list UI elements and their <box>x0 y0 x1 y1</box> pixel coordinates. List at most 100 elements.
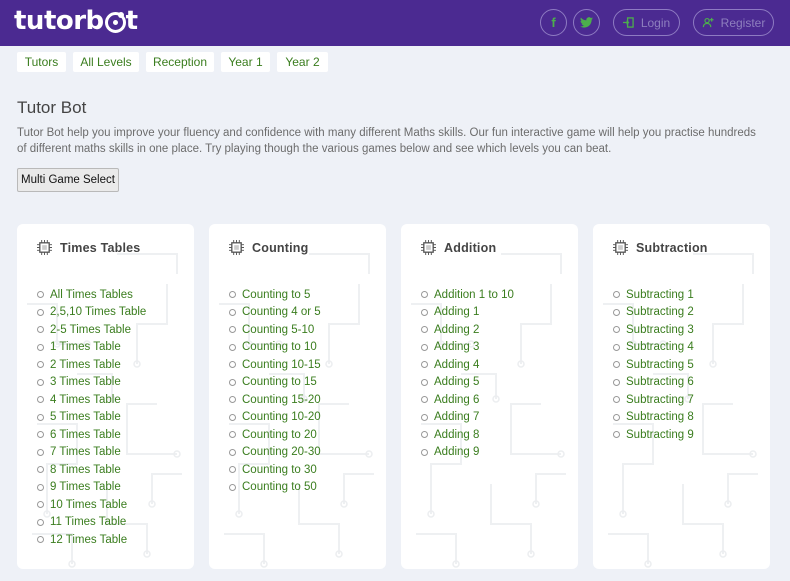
game-link-label: 9 Times Table <box>50 481 121 494</box>
circle-bullet-icon <box>229 343 236 351</box>
game-link[interactable]: Adding 6 <box>421 391 514 409</box>
game-link[interactable]: 9 Times Table <box>37 479 146 497</box>
game-link-label: Adding 9 <box>434 446 480 459</box>
circle-bullet-icon <box>229 378 236 386</box>
game-link[interactable]: 6 Times Table <box>37 426 146 444</box>
register-label: Register <box>720 15 766 30</box>
game-link[interactable]: Adding 3 <box>421 339 514 357</box>
game-link[interactable]: Counting to 50 <box>229 479 321 497</box>
game-link[interactable]: Subtracting 5 <box>613 356 694 374</box>
game-link[interactable]: Counting 10-15 <box>229 356 321 374</box>
game-link-label: Subtracting 3 <box>626 323 694 336</box>
circle-bullet-icon <box>229 308 236 316</box>
game-link-label: Counting 10-15 <box>242 358 321 371</box>
game-link-label: Adding 8 <box>434 428 480 441</box>
game-link[interactable]: Counting to 5 <box>229 286 321 304</box>
game-link-label: 6 Times Table <box>50 428 121 441</box>
multi-game-select-button[interactable]: Multi Game Select <box>17 168 119 192</box>
game-link[interactable]: 3 Times Table <box>37 374 146 392</box>
circle-bullet-icon <box>229 466 236 474</box>
breadcrumb-year-1[interactable]: Year 1 <box>221 52 270 72</box>
game-link[interactable]: Subtracting 4 <box>613 339 694 357</box>
top-navbar: tutorb t f Login Register <box>0 0 790 46</box>
game-link-label: 11 Times Table <box>50 516 127 529</box>
game-link[interactable]: Adding 5 <box>421 374 514 392</box>
game-link[interactable]: Counting 10-20 <box>229 409 321 427</box>
game-link-label: 2-5 Times Table <box>50 323 131 336</box>
game-link[interactable]: 11 Times Table <box>37 514 146 532</box>
game-link-label: Adding 4 <box>434 358 480 371</box>
site-logo[interactable]: tutorb t <box>14 6 138 36</box>
game-link[interactable]: 1 Times Table <box>37 339 146 357</box>
game-link[interactable]: 2-5 Times Table <box>37 321 146 339</box>
game-link[interactable]: Adding 9 <box>421 444 514 462</box>
game-link[interactable]: 12 Times Table <box>37 531 146 549</box>
game-link-label: Counting to 20 <box>242 428 317 441</box>
circle-bullet-icon <box>37 431 44 439</box>
game-link[interactable]: Counting to 30 <box>229 461 321 479</box>
game-link[interactable]: All Times Tables <box>37 286 146 304</box>
game-link[interactable]: Adding 2 <box>421 321 514 339</box>
breadcrumb-reception[interactable]: Reception <box>146 52 214 72</box>
game-link[interactable]: Counting 20-30 <box>229 444 321 462</box>
circle-bullet-icon <box>613 308 620 316</box>
circle-bullet-icon <box>229 326 236 334</box>
breadcrumb-all-levels[interactable]: All Levels <box>73 52 139 72</box>
game-link[interactable]: 5 Times Table <box>37 409 146 427</box>
game-link[interactable]: Counting 5-10 <box>229 321 321 339</box>
game-link[interactable]: Adding 7 <box>421 409 514 427</box>
circle-bullet-icon <box>613 343 620 351</box>
game-link-label: 4 Times Table <box>50 393 121 406</box>
game-link[interactable]: Subtracting 3 <box>613 321 694 339</box>
game-link[interactable]: Counting 15-20 <box>229 391 321 409</box>
card-title: Subtraction <box>636 240 708 255</box>
game-list: Subtracting 1 Subtracting 2 Subtracting 3 S… <box>613 286 694 444</box>
circle-bullet-icon <box>421 308 428 316</box>
game-list: Addition 1 to 10 Adding 1 Adding 2 Adding 3… <box>421 286 514 461</box>
login-icon <box>622 17 634 28</box>
game-link[interactable]: 7 Times Table <box>37 444 146 462</box>
game-link[interactable]: 10 Times Table <box>37 496 146 514</box>
game-link[interactable]: Adding 8 <box>421 426 514 444</box>
game-link-label: Counting 10-20 <box>242 411 321 424</box>
circle-bullet-icon <box>421 291 428 299</box>
game-link[interactable]: Counting to 10 <box>229 339 321 357</box>
register-button[interactable]: Register <box>693 9 774 36</box>
game-link-label: 10 Times Table <box>50 498 128 511</box>
breadcrumb-year-2[interactable]: Year 2 <box>277 52 328 72</box>
facebook-button[interactable]: f <box>540 9 567 36</box>
circle-bullet-icon <box>613 291 620 299</box>
game-link[interactable]: Subtracting 2 <box>613 304 694 322</box>
game-link[interactable]: Subtracting 8 <box>613 409 694 427</box>
game-list: Counting to 5 Counting 4 or 5 Counting 5-1… <box>229 286 321 496</box>
game-link[interactable]: Subtracting 1 <box>613 286 694 304</box>
game-link[interactable]: 2,5,10 Times Table <box>37 304 146 322</box>
twitter-button[interactable] <box>573 9 600 36</box>
game-link[interactable]: 4 Times Table <box>37 391 146 409</box>
game-link-label: Adding 3 <box>434 341 480 354</box>
game-link[interactable]: Adding 1 <box>421 304 514 322</box>
robot-eye-icon <box>104 11 126 33</box>
game-link-label: Adding 7 <box>434 411 480 424</box>
game-link[interactable]: 2 Times Table <box>37 356 146 374</box>
game-link[interactable]: Subtracting 7 <box>613 391 694 409</box>
game-link[interactable]: Subtracting 9 <box>613 426 694 444</box>
game-link-label: Subtracting 8 <box>626 411 694 424</box>
game-list: All Times Tables 2,5,10 Times Table 2-5 Ti… <box>37 286 146 549</box>
game-link[interactable]: Counting 4 or 5 <box>229 304 321 322</box>
game-link-label: Adding 6 <box>434 393 480 406</box>
login-button[interactable]: Login <box>613 9 680 36</box>
game-link[interactable]: Addition 1 to 10 <box>421 286 514 304</box>
game-link-label: 5 Times Table <box>50 411 121 424</box>
game-link[interactable]: 8 Times Table <box>37 461 146 479</box>
game-link[interactable]: Counting to 15 <box>229 374 321 392</box>
game-link[interactable]: Subtracting 6 <box>613 374 694 392</box>
game-link[interactable]: Adding 4 <box>421 356 514 374</box>
circle-bullet-icon <box>421 413 428 421</box>
breadcrumb-tutors[interactable]: Tutors <box>17 52 66 72</box>
circle-bullet-icon <box>37 501 44 509</box>
circle-bullet-icon <box>421 361 428 369</box>
circle-bullet-icon <box>37 343 44 351</box>
game-link-label: Counting 5-10 <box>242 323 315 336</box>
game-link[interactable]: Counting to 20 <box>229 426 321 444</box>
